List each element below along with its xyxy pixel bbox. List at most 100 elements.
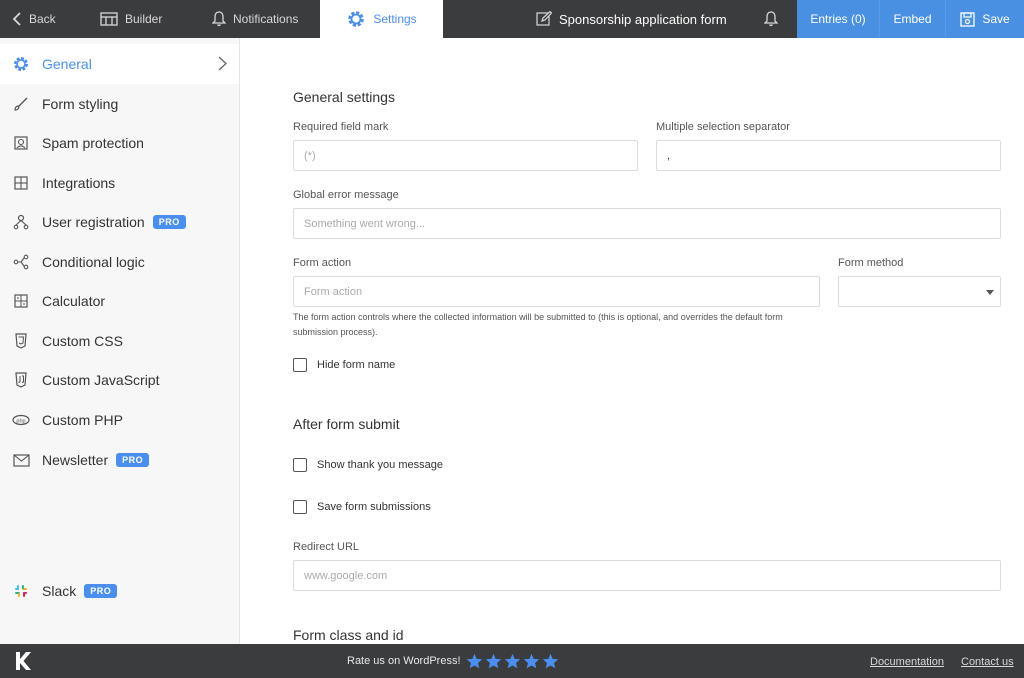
- sidebar-item-calculator[interactable]: Calculator: [0, 281, 239, 321]
- tab-builder[interactable]: Builder: [100, 0, 162, 38]
- gear-icon: [12, 55, 30, 73]
- sidebar-item-conditional-logic[interactable]: Conditional logic: [0, 242, 239, 282]
- sidebar-item-label: Conditional logic: [42, 254, 145, 270]
- save-label: Save: [982, 12, 1010, 26]
- tab-builder-label: Builder: [125, 12, 163, 26]
- pro-badge: PRO: [84, 584, 118, 598]
- footer: Rate us on WordPress! Documentation Cont…: [0, 644, 1024, 678]
- sidebar-item-text: User registration: [42, 214, 145, 230]
- brush-icon: [12, 95, 30, 113]
- form-name-label: Sponsorship application form: [559, 11, 727, 27]
- sidebar-item-general[interactable]: General: [0, 44, 239, 84]
- sidebar-item-custom-javascript[interactable]: Custom JavaScript: [0, 360, 239, 400]
- tab-notifications[interactable]: Notifications: [212, 0, 298, 38]
- app-logo: [14, 651, 32, 674]
- separator-input[interactable]: ,: [656, 140, 1001, 171]
- sidebar-item-newsletter[interactable]: Newsletter PRO: [0, 440, 239, 480]
- contact-us-link[interactable]: Contact us: [961, 656, 1014, 668]
- entries-button[interactable]: Entries (0): [797, 0, 879, 38]
- sidebar-item-user-registration[interactable]: User registration PRO: [0, 202, 239, 242]
- sidebar-item-integrations[interactable]: Integrations: [0, 163, 239, 203]
- show-thank-you-option[interactable]: Show thank you message: [293, 458, 443, 472]
- back-button[interactable]: Back: [12, 0, 56, 38]
- sidebar-item-label: Spam protection: [42, 135, 144, 151]
- back-label: Back: [29, 12, 56, 26]
- save-button[interactable]: Save: [945, 0, 1024, 38]
- entries-label: Entries (0): [810, 12, 866, 26]
- sidebar-item-form-styling[interactable]: Form styling: [0, 84, 239, 124]
- show-thank-you-label: Show thank you message: [317, 459, 443, 471]
- rate-us-text: Rate us on WordPress!: [347, 655, 461, 667]
- spam-shield-icon: [12, 134, 30, 152]
- star-icon[interactable]: [523, 653, 540, 672]
- star-icon[interactable]: [504, 653, 521, 672]
- chevron-right-icon: [218, 56, 227, 74]
- documentation-link[interactable]: Documentation: [870, 656, 944, 668]
- star-icon[interactable]: [542, 653, 559, 672]
- css-icon: [12, 332, 30, 350]
- sidebar-item-slack[interactable]: Slack PRO: [0, 571, 239, 611]
- required-mark-input[interactable]: (*): [293, 140, 638, 171]
- hide-form-name-checkbox[interactable]: [293, 358, 307, 372]
- bell-icon: [212, 11, 226, 27]
- sidebar-item-text: Newsletter: [42, 452, 109, 468]
- slack-icon: [12, 582, 30, 600]
- notifications-bell[interactable]: [764, 0, 778, 38]
- required-mark-label: Required field mark: [293, 121, 389, 133]
- form-method-select[interactable]: [838, 276, 1001, 307]
- form-action-help: The form action controls where the colle…: [293, 312, 783, 337]
- user-registration-icon: [12, 213, 30, 231]
- js-icon: [12, 371, 30, 389]
- star-icon[interactable]: [466, 653, 483, 672]
- sidebar-item-label: Custom CSS: [42, 333, 123, 349]
- redirect-url-input[interactable]: www.google.com: [293, 560, 1001, 591]
- tab-settings-label: Settings: [373, 12, 417, 26]
- form-name[interactable]: Sponsorship application form: [536, 0, 727, 38]
- form-class-title: Form class and id: [293, 627, 404, 643]
- tab-notifications-label: Notifications: [233, 12, 299, 26]
- pencil-icon: [536, 11, 552, 27]
- form-action-label: Form action: [293, 257, 352, 269]
- puzzle-icon: [12, 174, 30, 192]
- form-method-label: Form method: [838, 257, 904, 269]
- hide-form-name-label: Hide form name: [317, 359, 396, 371]
- hide-form-name-option[interactable]: Hide form name: [293, 358, 395, 372]
- sidebar-item-label: Calculator: [42, 293, 106, 309]
- sidebar-item-label: Custom JavaScript: [42, 372, 160, 388]
- form-action-input[interactable]: Form action: [293, 276, 820, 307]
- save-submissions-label: Save form submissions: [317, 501, 431, 513]
- builder-icon: [100, 12, 118, 26]
- sidebar-item-spam-protection[interactable]: Spam protection: [0, 123, 239, 163]
- embed-button[interactable]: Embed: [879, 0, 945, 38]
- top-bar: Back Builder Notifications Settings Spon…: [0, 0, 1024, 38]
- sidebar-item-label: Custom PHP: [42, 412, 123, 428]
- sidebar-item-label: Form styling: [42, 96, 119, 112]
- chevron-left-icon: [12, 12, 22, 26]
- global-error-label: Global error message: [293, 189, 399, 201]
- sidebar-item-label: Slack PRO: [42, 583, 118, 599]
- sidebar-item-custom-php[interactable]: php Custom PHP: [0, 400, 239, 440]
- sidebar: General Form styling Spam protection Int…: [0, 38, 240, 644]
- sidebar-item-label: General: [42, 56, 92, 72]
- save-submissions-checkbox[interactable]: [293, 500, 307, 514]
- branch-icon: [12, 253, 30, 271]
- global-error-input[interactable]: Something went wrong...: [293, 208, 1001, 239]
- save-icon: [960, 11, 975, 27]
- rating-stars[interactable]: [466, 653, 559, 672]
- tab-settings[interactable]: Settings: [320, 0, 443, 38]
- sidebar-item-label: Integrations: [42, 175, 116, 191]
- svg-text:php: php: [16, 418, 25, 424]
- save-submissions-option[interactable]: Save form submissions: [293, 500, 431, 514]
- envelope-icon: [12, 451, 30, 469]
- php-icon: php: [12, 411, 30, 429]
- caret-down-icon: [986, 290, 994, 295]
- pro-badge: PRO: [152, 215, 186, 229]
- sidebar-item-custom-css[interactable]: Custom CSS: [0, 321, 239, 361]
- sidebar-item-text: Slack: [42, 583, 77, 599]
- gear-icon: [346, 9, 366, 29]
- star-icon[interactable]: [485, 653, 502, 672]
- show-thank-you-checkbox[interactable]: [293, 458, 307, 472]
- bell-icon: [764, 11, 778, 27]
- calculator-icon: [12, 292, 30, 310]
- settings-panel: General settings Required field mark (*)…: [240, 38, 1024, 644]
